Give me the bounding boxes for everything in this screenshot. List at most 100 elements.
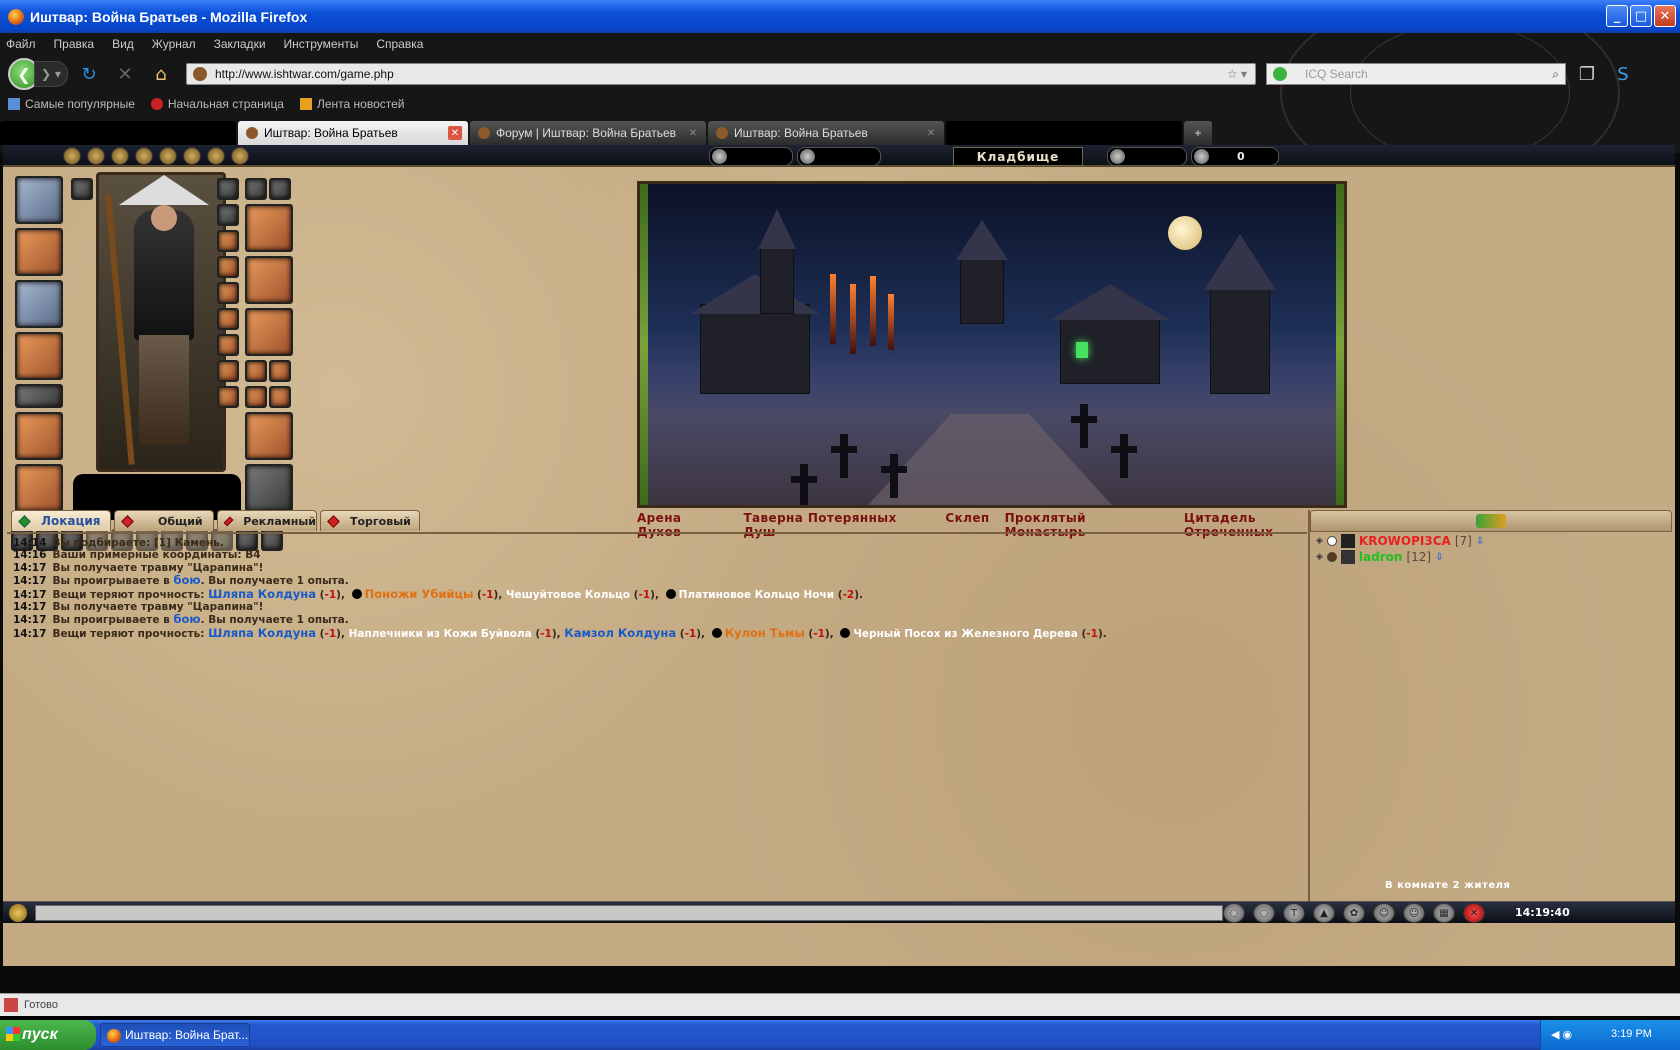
menu-icon-1[interactable] [63, 147, 81, 165]
menu-icon-7[interactable] [207, 147, 225, 165]
refresh-icon[interactable] [1476, 514, 1506, 528]
menu-help[interactable]: Справка [376, 37, 423, 51]
slot-weapon[interactable] [245, 256, 293, 304]
slot-ring-2[interactable] [269, 360, 291, 382]
taskbar-firefox-item[interactable]: Иштвар: Война Брат... [100, 1023, 250, 1047]
slot-belt-item-2[interactable] [217, 308, 239, 330]
menu-history[interactable]: Журнал [152, 37, 196, 51]
player-menu-arrow-icon[interactable]: ◈ [1316, 536, 1323, 546]
player-menu-arrow-icon[interactable]: ◈ [1316, 552, 1323, 562]
close-button[interactable]: ✕ [1654, 5, 1676, 27]
slot-earring-1[interactable] [245, 178, 267, 200]
slot-ring-1[interactable] [245, 360, 267, 382]
menu-icon-4[interactable] [135, 147, 153, 165]
bookmark-start-page[interactable]: Начальная страница [150, 97, 284, 111]
plus-icon[interactable] [217, 204, 239, 226]
chat-close-icon[interactable]: ✕ [1463, 903, 1485, 923]
slot-empty[interactable] [245, 464, 293, 512]
player-name[interactable]: KROWOPI3CA [1359, 534, 1451, 548]
menu-icon-3[interactable] [111, 147, 129, 165]
slot-helmet[interactable] [15, 176, 63, 224]
home-icon[interactable]: ⌂ [146, 60, 176, 88]
slot-bracers[interactable] [245, 412, 293, 460]
reload-icon[interactable]: ↻ [74, 60, 104, 88]
start-button[interactable]: пуск [0, 1020, 96, 1050]
tab-forum[interactable]: Форум | Иштвар: Война Братьев ✕ [470, 121, 706, 145]
chat-tab-location[interactable]: Локация [11, 510, 111, 531]
player-name[interactable]: ladron [1359, 550, 1403, 564]
menu-icon-6[interactable] [183, 147, 201, 165]
smiley-icon[interactable] [9, 904, 27, 922]
chat-action-icon-4[interactable]: ▲ [1313, 903, 1335, 923]
slot-armor[interactable] [15, 280, 63, 328]
slot-belt-item-4[interactable] [217, 360, 239, 382]
icq-icon[interactable] [1273, 67, 1287, 81]
bookmark-most-visited[interactable]: Самые популярные [8, 97, 135, 111]
tab-redacted[interactable] [946, 121, 1182, 145]
slot-legs[interactable] [15, 412, 63, 460]
slot-earring-2[interactable] [269, 178, 291, 200]
chat-message-input[interactable] [35, 905, 1223, 921]
item-link[interactable]: Шляпа Колдуна [208, 626, 316, 640]
bookmark-news-feed[interactable]: Лента новостей [299, 97, 404, 111]
menu-icon-2[interactable] [87, 147, 105, 165]
slot-belt-item-5[interactable] [217, 386, 239, 408]
menu-bookmarks[interactable]: Закладки [214, 37, 266, 51]
slot-potion-blue[interactable] [217, 256, 239, 278]
item-link[interactable]: бою [173, 573, 200, 587]
search-icon[interactable]: ⌕ [1552, 67, 1559, 82]
chat-action-icon-7[interactable]: ☺ [1403, 903, 1425, 923]
item-link[interactable]: бою [173, 612, 200, 626]
slot-ring-4[interactable] [269, 386, 291, 408]
chat-action-icon-8[interactable]: ▦ [1433, 903, 1455, 923]
item-link[interactable]: Шляпа Колдуна [208, 587, 316, 601]
stop-icon[interactable]: ✕ [110, 60, 140, 88]
minimize-button[interactable]: _ [1606, 5, 1628, 27]
tab-close-icon[interactable]: ✕ [686, 126, 700, 140]
slot-gloves[interactable] [15, 332, 63, 380]
chat-action-icon-2[interactable]: ◌ [1253, 903, 1275, 923]
item-link[interactable]: Кулон Тьмы [725, 626, 805, 640]
menu-file[interactable]: Файл [6, 37, 36, 51]
chat-tab-trade[interactable]: Торговый [320, 510, 420, 531]
item-link[interactable]: Поножи Убийцы [365, 587, 474, 601]
slot-amulet-small[interactable] [217, 178, 239, 200]
new-tab-button[interactable]: + [1184, 121, 1212, 145]
windows-icon[interactable]: ❐ [1572, 60, 1602, 88]
chat-tab-general[interactable]: Общий [114, 510, 214, 531]
menu-tools[interactable]: Инструменты [284, 37, 359, 51]
menu-icon-5[interactable] [159, 147, 177, 165]
chat-action-icon-3[interactable]: T [1283, 903, 1305, 923]
slot-boots[interactable] [15, 464, 63, 512]
player-row[interactable]: ◈ ladron [12] ⇩ [1316, 550, 1666, 564]
tab-close-icon[interactable]: ✕ [924, 126, 938, 140]
chat-action-icon-6[interactable]: ☺ [1373, 903, 1395, 923]
slot-belt-item-3[interactable] [217, 334, 239, 356]
menu-view[interactable]: Вид [112, 37, 134, 51]
slot-shoulders[interactable] [15, 228, 63, 276]
slot-necklace[interactable] [245, 204, 293, 252]
player-info-icon[interactable]: ⇩ [1435, 552, 1443, 563]
chat-action-icon-1[interactable]: ◌ [1223, 903, 1245, 923]
url-bar[interactable]: http://www.ishtwar.com/game.php ☆ ▾ [186, 63, 1256, 85]
search-bar[interactable]: ICQ Search ⌕ [1266, 63, 1566, 85]
tab-redacted[interactable] [0, 121, 236, 145]
tab-close-icon[interactable]: ✕ [448, 126, 462, 140]
maximize-button[interactable]: □ [1630, 5, 1652, 27]
chat-action-icon-5[interactable]: ✿ [1343, 903, 1365, 923]
skype-icon[interactable]: S [1608, 60, 1638, 88]
tab-ishtwar-game[interactable]: Иштвар: Война Братьев ✕ [238, 121, 468, 145]
player-info-icon[interactable]: ⇩ [1476, 536, 1484, 547]
forward-button[interactable]: ❯ ▾ [34, 61, 68, 87]
slot-potion-red[interactable] [217, 282, 239, 304]
toggle-view-icon[interactable] [71, 178, 93, 200]
cemetery-scene-image[interactable] [637, 181, 1347, 508]
slot-belt[interactable] [15, 384, 63, 408]
bookmark-star-icon[interactable]: ☆ ▾ [1227, 67, 1247, 81]
item-link[interactable]: Камзол Колдуна [564, 626, 676, 640]
slot-ring-3[interactable] [245, 386, 267, 408]
player-row[interactable]: ◈ KROWOPI3CA [7] ⇩ [1316, 534, 1666, 548]
tray-icons[interactable]: ◀ ◉ [1551, 1028, 1572, 1041]
slot-belt-item-1[interactable] [217, 230, 239, 252]
menu-icon-8[interactable] [231, 147, 249, 165]
